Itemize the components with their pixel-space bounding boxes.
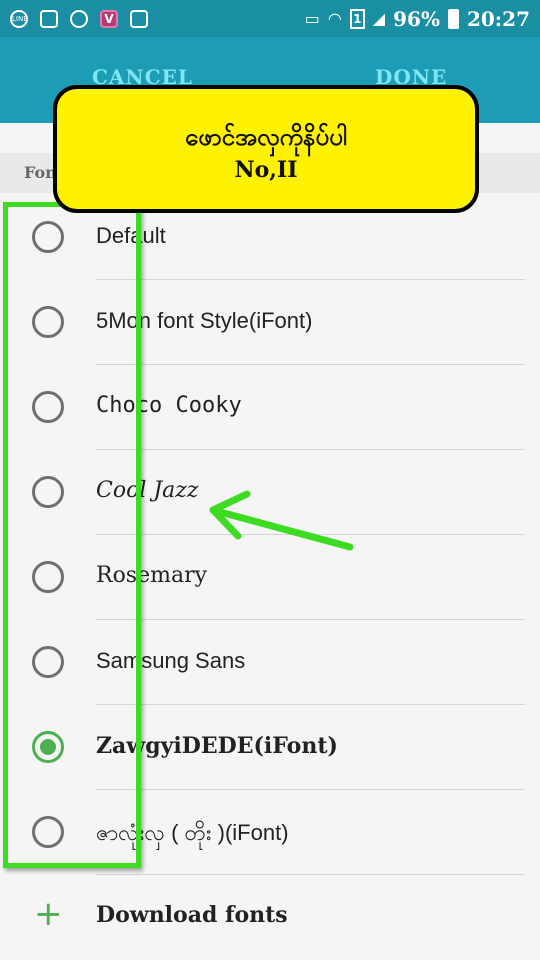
download-fonts-item[interactable]: + Download fonts — [0, 876, 540, 960]
highlight-box — [3, 202, 141, 868]
callout-title: ဖောင်အလှကိုနိပ်ပါ — [185, 123, 347, 151]
clock: 20:27 — [466, 6, 530, 31]
plus-icon: + — [34, 894, 63, 934]
status-bar: LINE V ▭ ◠ 1 ◢ 96% 20:27 — [0, 0, 540, 37]
sim-slot-icon: 1 — [349, 8, 365, 29]
clipboard-check-icon — [130, 9, 148, 28]
divider — [96, 874, 525, 875]
battery-icon — [447, 8, 459, 29]
line-icon: LINE — [10, 9, 28, 28]
signal-icon: ◢ — [372, 9, 386, 28]
battery-percent: 96% — [393, 6, 440, 31]
image-icon — [40, 9, 58, 28]
notification-icons: LINE V — [10, 9, 148, 28]
wifi-icon: ◠ — [327, 9, 342, 28]
camera-icon — [70, 9, 88, 28]
cast-icon: ▭ — [304, 9, 320, 28]
v-app-icon: V — [100, 9, 118, 28]
status-right: ▭ ◠ 1 ◢ 96% 20:27 — [305, 7, 530, 31]
callout-subtitle: No,II — [234, 157, 298, 183]
download-fonts-label: Download fonts — [96, 902, 288, 928]
instruction-callout: ဖောင်အလှကိုနိပ်ပါ No,II — [53, 85, 479, 213]
